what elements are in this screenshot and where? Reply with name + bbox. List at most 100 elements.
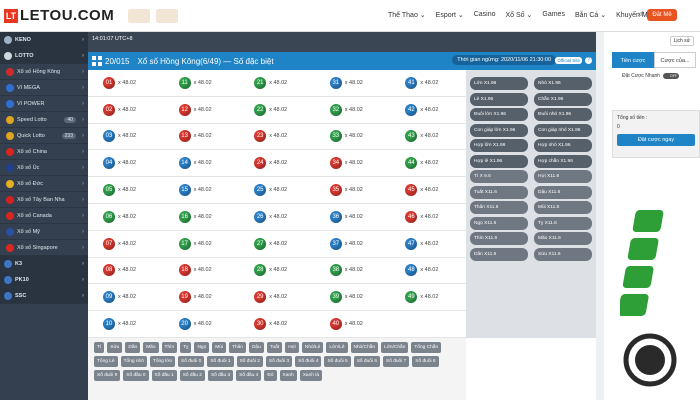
bet-chip[interactable]: Tổng Chẵn bbox=[411, 342, 442, 353]
number-ball[interactable]: 41 bbox=[405, 76, 418, 89]
number-cell[interactable]: 23 x 48.02 bbox=[239, 130, 315, 143]
side-bet-button[interactable]: Dậu X11.6 bbox=[534, 185, 592, 199]
number-cell[interactable]: 22 x 48.02 bbox=[239, 103, 315, 116]
number-ball[interactable]: 44 bbox=[405, 157, 418, 170]
number-cell[interactable]: 13 x 48.02 bbox=[164, 130, 240, 143]
bet-chip[interactable]: Xanh lá bbox=[299, 370, 322, 381]
bet-chip[interactable]: Mão bbox=[143, 342, 159, 353]
side-bet-button[interactable]: Đuôi lớn X1.96 bbox=[470, 108, 528, 121]
number-ball[interactable]: 12 bbox=[178, 103, 191, 116]
sidebar-item[interactable]: LOTTO › bbox=[0, 48, 88, 64]
number-ball[interactable]: 32 bbox=[329, 103, 342, 116]
side-bet-button[interactable]: Hợp chẵn X1.96 bbox=[534, 154, 592, 168]
side-bet-button[interactable]: Hợp lớn X1.96 bbox=[470, 139, 528, 152]
nav-item[interactable]: Casino bbox=[474, 11, 496, 19]
number-cell[interactable]: 03 x 48.02 bbox=[88, 130, 164, 143]
number-ball[interactable]: 11 bbox=[178, 76, 191, 89]
sidebar-item[interactable]: Xổ số Singapore › bbox=[0, 240, 88, 256]
number-cell[interactable]: 14 x 48.02 bbox=[164, 157, 240, 170]
bet-chip[interactable]: Đỏ bbox=[264, 370, 277, 381]
number-ball[interactable]: 33 bbox=[329, 130, 342, 143]
number-cell[interactable]: 21 x 48.02 bbox=[239, 76, 315, 89]
help-icon[interactable]: ? bbox=[585, 57, 592, 64]
number-cell[interactable]: 30 x 48.02 bbox=[239, 318, 315, 331]
side-bet-button[interactable]: Lẻ X1.96 bbox=[470, 92, 528, 106]
number-ball[interactable]: 14 bbox=[178, 157, 191, 170]
number-ball[interactable]: 35 bbox=[329, 184, 342, 197]
bet-chip[interactable]: Thìn bbox=[161, 342, 178, 353]
sidebar-item[interactable]: Quick Lotto 233 › bbox=[0, 128, 88, 144]
number-ball[interactable]: 21 bbox=[254, 76, 267, 89]
official-site-link[interactable]: Official Site bbox=[555, 57, 582, 64]
bet-chip[interactable]: Số đuôi 9 bbox=[94, 370, 121, 381]
number-ball[interactable]: 15 bbox=[178, 184, 191, 197]
sidebar-item[interactable]: Xổ số Úc › bbox=[0, 160, 88, 176]
bet-chip[interactable]: Số đầu 4 bbox=[236, 370, 262, 381]
bet-chip[interactable]: Tổng lớn bbox=[149, 356, 176, 367]
bet-chip[interactable]: Số đầu 2 bbox=[179, 370, 205, 381]
bet-chip[interactable]: Nhỏ/Chẵn bbox=[350, 342, 379, 353]
number-cell[interactable]: 17 x 48.02 bbox=[164, 237, 240, 250]
number-ball[interactable]: 40 bbox=[329, 318, 342, 331]
bet-chip[interactable]: Số đuôi 6 bbox=[353, 356, 381, 367]
number-cell[interactable]: 26 x 48.02 bbox=[239, 210, 315, 223]
number-cell[interactable]: 10 x 48.02 bbox=[88, 318, 164, 331]
bet-chip[interactable]: Tỵ bbox=[180, 342, 192, 353]
side-bet-button[interactable]: Đuôi nhỏ X1.96 bbox=[534, 108, 592, 121]
sidebar-item[interactable]: KENO › bbox=[0, 32, 88, 48]
bet-chip[interactable]: Số đuôi 1 bbox=[207, 356, 234, 367]
bet-chip[interactable]: Số đầu 3 bbox=[207, 370, 234, 381]
bet-chip[interactable]: Xanh bbox=[279, 370, 297, 381]
history-button[interactable]: Lịch sử bbox=[669, 36, 694, 46]
login-button[interactable]: Đăt Mê bbox=[647, 9, 677, 21]
sidebar-item[interactable]: Xổ số Canada › bbox=[0, 208, 88, 224]
bet-chip[interactable]: Tí bbox=[94, 342, 105, 353]
number-cell[interactable]: 42 x 48.02 bbox=[390, 103, 466, 116]
number-ball[interactable]: 02 bbox=[103, 103, 115, 116]
bet-chip[interactable]: Số đuôi 0 bbox=[178, 356, 205, 367]
side-bet-button[interactable]: Hợp lẻ X1.96 bbox=[470, 154, 528, 168]
number-ball[interactable]: 03 bbox=[103, 130, 115, 143]
number-cell[interactable]: 41 x 48.02 bbox=[390, 76, 466, 89]
place-bet-button[interactable]: Đặt cược ngay bbox=[617, 134, 695, 146]
bet-chip[interactable]: Tổng nhỏ bbox=[120, 356, 147, 367]
number-ball[interactable]: 01 bbox=[103, 76, 115, 89]
number-ball[interactable]: 19 bbox=[178, 291, 191, 304]
sidebar-item[interactable]: Vì MEGA › bbox=[0, 80, 88, 96]
bet-chip[interactable]: Số đuôi 7 bbox=[383, 356, 410, 367]
number-cell[interactable]: 39 x 48.02 bbox=[315, 291, 391, 304]
nav-item[interactable]: Xổ Số ⌄ bbox=[506, 11, 533, 19]
number-cell[interactable]: 28 x 48.02 bbox=[239, 264, 315, 277]
number-ball[interactable]: 06 bbox=[103, 210, 115, 223]
bet-chip[interactable]: Lớn/Chẵn bbox=[381, 342, 409, 353]
number-ball[interactable]: 16 bbox=[178, 210, 191, 223]
number-cell[interactable]: 11 x 48.02 bbox=[164, 76, 240, 89]
number-ball[interactable]: 17 bbox=[178, 237, 191, 250]
number-ball[interactable]: 37 bbox=[329, 237, 342, 250]
bet-chip[interactable]: Số đuôi 4 bbox=[295, 356, 322, 367]
sidebar-item[interactable]: Xổ số China › bbox=[0, 144, 88, 160]
number-cell[interactable]: 48 x 48.02 bbox=[390, 264, 466, 277]
sidebar-item[interactable]: Xổ số Đức › bbox=[0, 176, 88, 192]
number-ball[interactable]: 47 bbox=[405, 237, 418, 250]
nav-item[interactable]: Thể Thao ⌄ bbox=[388, 11, 426, 19]
number-ball[interactable]: 09 bbox=[103, 291, 115, 304]
bet-chip[interactable]: Số đuôi 3 bbox=[265, 356, 293, 367]
bet-chip[interactable]: Số đầu 1 bbox=[151, 370, 177, 381]
number-ball[interactable]: 48 bbox=[405, 264, 418, 277]
bet-chip[interactable]: Số đầu 0 bbox=[123, 370, 149, 381]
side-bet-button[interactable]: Con giáp lớn X1.96 bbox=[470, 123, 528, 137]
number-ball[interactable]: 29 bbox=[254, 291, 267, 304]
number-cell[interactable]: 08 x 48.02 bbox=[88, 264, 164, 277]
sidebar-item[interactable]: Xổ số Tây Ban Nha › bbox=[0, 192, 88, 208]
number-cell[interactable]: 06 x 48.02 bbox=[88, 210, 164, 223]
side-bet-button[interactable]: Tuất X11.6 bbox=[470, 185, 528, 199]
side-bet-button[interactable]: Chẵn X1.96 bbox=[534, 92, 592, 106]
bet-chip[interactable]: Tuất bbox=[266, 342, 283, 353]
number-ball[interactable]: 13 bbox=[178, 130, 191, 143]
side-bet-button[interactable]: Dần X11.6 bbox=[470, 247, 528, 261]
number-cell[interactable]: 05 x 48.02 bbox=[88, 184, 164, 197]
number-ball[interactable]: 27 bbox=[254, 237, 267, 250]
number-cell[interactable]: 46 x 48.02 bbox=[390, 210, 466, 223]
number-ball[interactable]: 42 bbox=[405, 103, 418, 116]
